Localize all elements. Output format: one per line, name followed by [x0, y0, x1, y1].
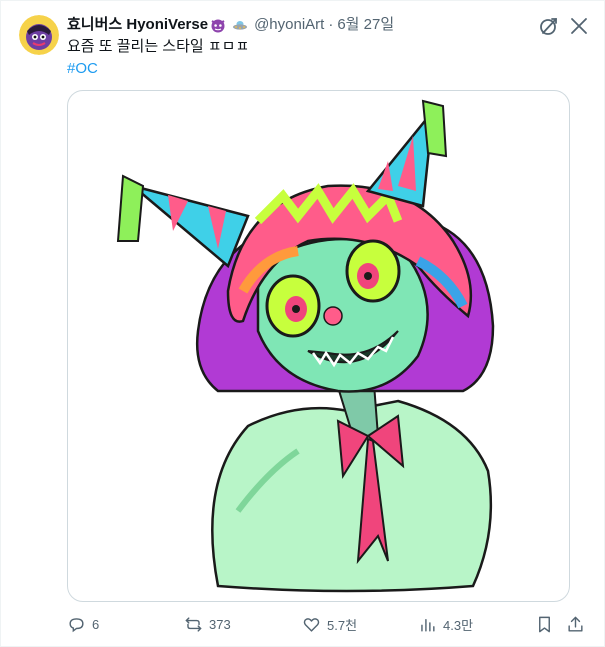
tweet-text: 요즘 또 끌리는 스타일 ㅍㅁㅍ: [67, 38, 250, 55]
repost-icon: [185, 616, 202, 632]
repost-button[interactable]: 373: [184, 612, 231, 636]
action-bar: 6 373 5.7천 4.3만: [67, 612, 590, 636]
views-icon: [421, 618, 435, 632]
reply-count: 6: [92, 616, 100, 632]
grok-icon[interactable]: [538, 15, 560, 37]
more-icon[interactable]: [568, 15, 590, 37]
bookmark-icon: [539, 616, 550, 632]
ufo-emoji-icon: [232, 17, 248, 33]
like-button[interactable]: 5.7천: [302, 612, 357, 636]
tweet-media-image[interactable]: [67, 90, 570, 602]
share-icon: [568, 616, 583, 632]
author-handle[interactable]: @hyoniArt: [254, 15, 324, 35]
views-count: 4.3만: [443, 617, 474, 633]
reply-button[interactable]: 6: [67, 612, 99, 636]
author-name[interactable]: 효니버스 HyoniVerse: [67, 15, 208, 35]
views-button[interactable]: 4.3만: [418, 612, 473, 636]
avatar[interactable]: [19, 15, 59, 55]
tweet-date[interactable]: 6월 27일: [337, 15, 394, 35]
repost-count: 373: [209, 616, 231, 632]
separator-dot: ·: [328, 16, 334, 33]
character-illustration: [116, 99, 495, 593]
purple-face-emoji-icon: [210, 17, 226, 33]
tweet-header: 효니버스 HyoniVerse @hyoniArt · 6월 27일: [67, 15, 590, 35]
reply-icon: [69, 617, 84, 632]
share-button[interactable]: [566, 612, 585, 636]
tweet-card[interactable]: 효니버스 HyoniVerse @hyoniArt · 6월 27일 요즘 또 …: [0, 0, 605, 647]
like-count: 5.7천: [327, 617, 358, 633]
like-icon: [303, 617, 320, 632]
bookmark-button[interactable]: [535, 612, 554, 636]
hashtag-link[interactable]: #OC: [67, 59, 98, 79]
